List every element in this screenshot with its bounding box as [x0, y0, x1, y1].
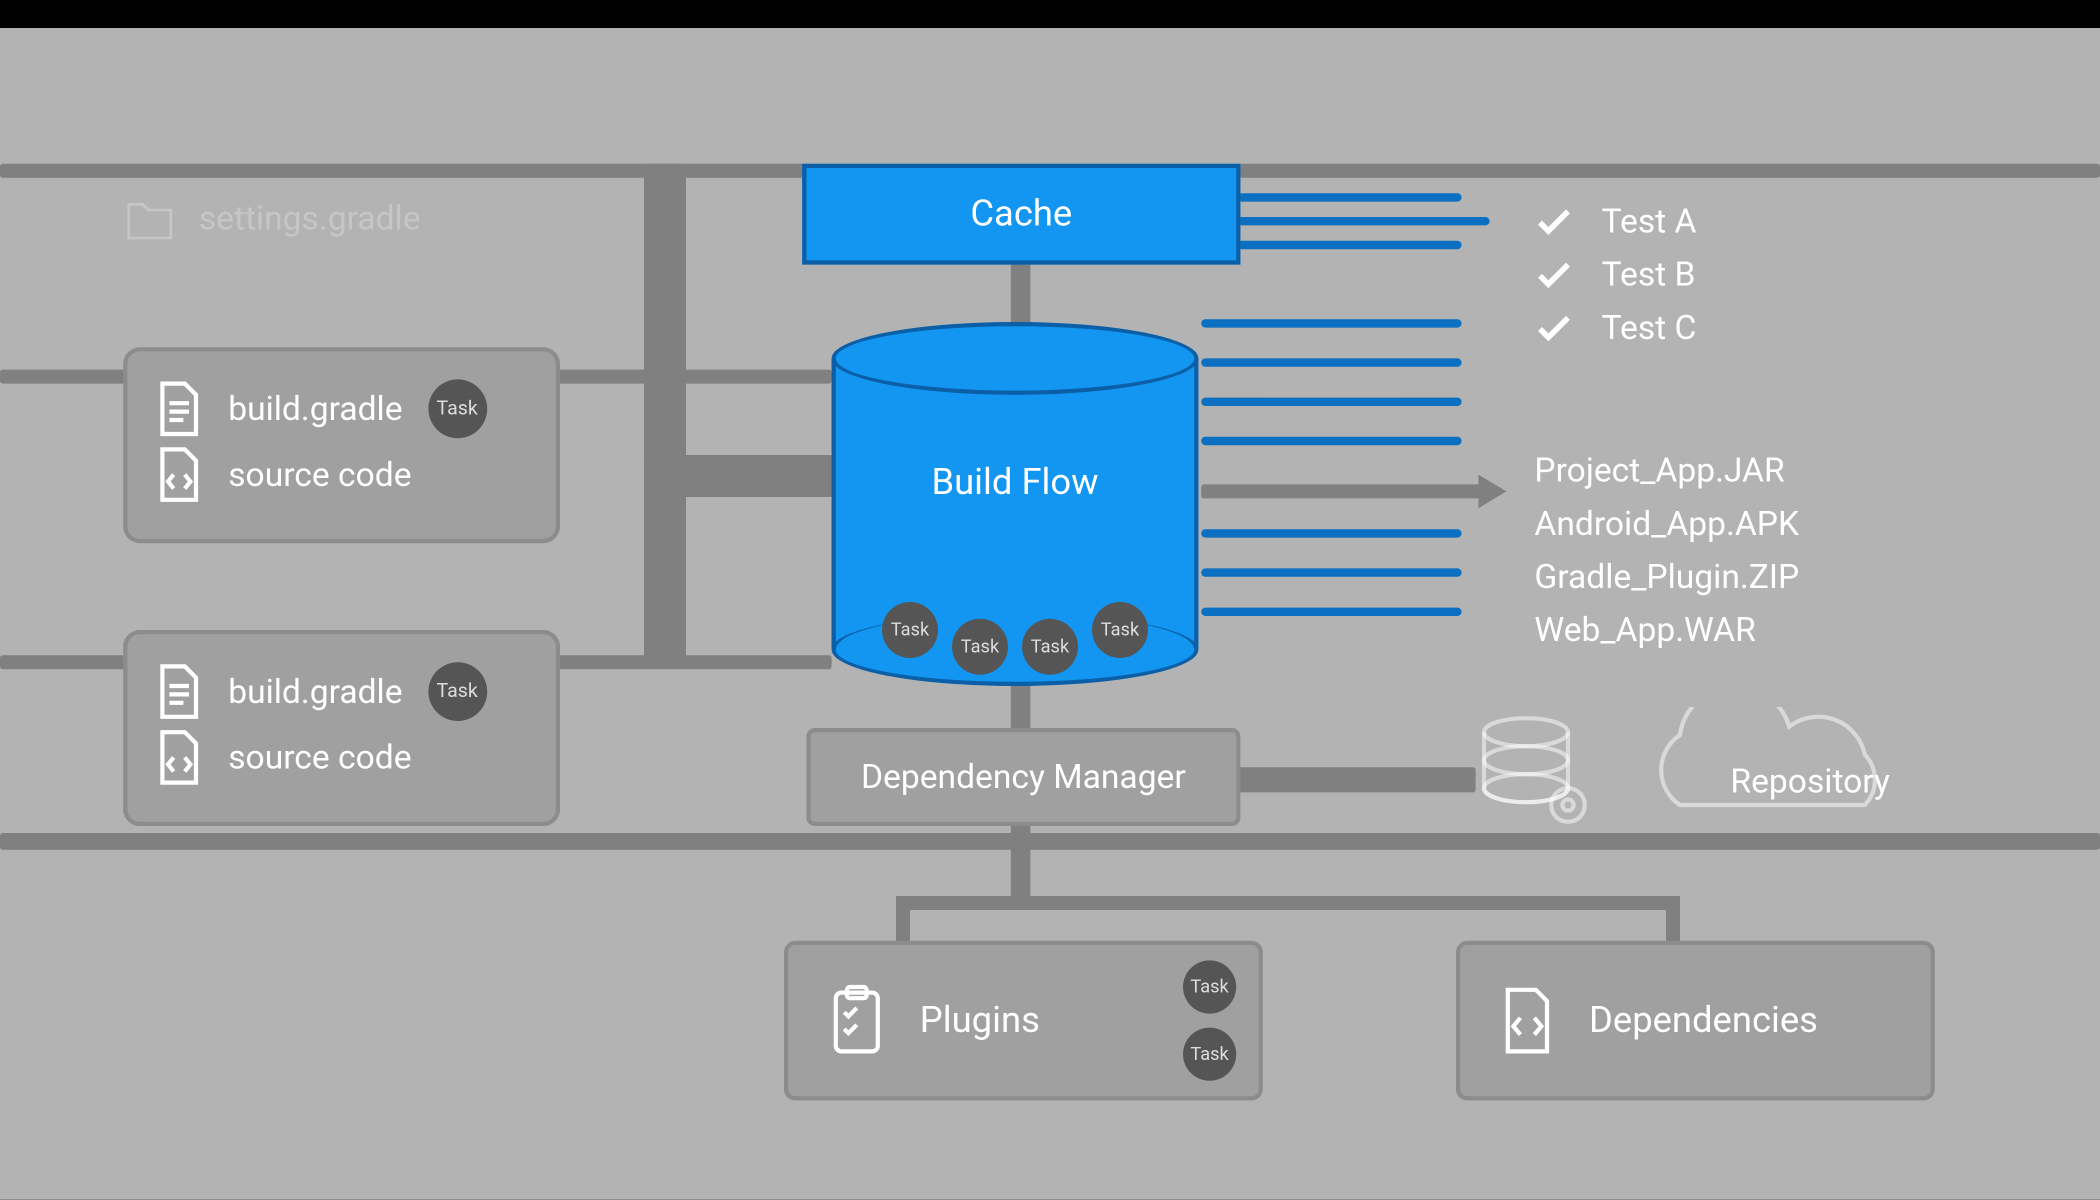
artifacts-output: Project_App.JAR Android_App.APK Gradle_P… [1534, 442, 1799, 658]
source-code-label: source code [228, 455, 411, 494]
build-flow-tasks: Task Task Task Task [832, 602, 1199, 658]
build-file-label: build.gradle [228, 672, 402, 711]
artifact-row: Web_App.WAR [1534, 605, 1799, 655]
build-flow-label: Build Flow [832, 462, 1199, 504]
build-flow-cylinder: Build Flow Task Task Task Task [832, 322, 1199, 650]
test-label: Test B [1602, 249, 1696, 299]
check-icon [1534, 255, 1573, 294]
file-code-icon [1499, 987, 1555, 1054]
settings-file: settings.gradle [126, 176, 588, 260]
output-line [1238, 193, 1462, 201]
artifact-label: Web_App.WAR [1534, 605, 1755, 655]
task-badge: Task [1092, 602, 1148, 658]
project-source-row: source code [155, 447, 527, 503]
artifact-label: Project_App.JAR [1534, 445, 1784, 495]
output-line [1201, 529, 1461, 537]
task-badge: Task [1022, 619, 1078, 675]
output-line [1201, 608, 1461, 616]
repository-area [1470, 707, 1974, 833]
connector-vertical [1011, 823, 1031, 907]
output-line [1201, 358, 1461, 366]
arrow-icon [1478, 475, 1506, 509]
task-badge: Task [952, 619, 1008, 675]
output-line [1201, 398, 1461, 406]
task-badge: Task [1183, 960, 1236, 1013]
repository-label: Repository [1730, 762, 1889, 801]
connector-bar [896, 896, 1680, 910]
connector-bar [1201, 484, 1481, 498]
dependency-manager-box: Dependency Manager [806, 728, 1240, 826]
test-row: Test B [1534, 249, 1696, 299]
connector-bar [1238, 767, 1476, 792]
task-badge: Task [882, 602, 938, 658]
file-text-icon [155, 381, 203, 437]
plugins-card: Plugins Task Task [784, 941, 1263, 1101]
task-badge: Task [1183, 1028, 1236, 1081]
project-build-row: build.gradle Task [155, 662, 527, 721]
output-line [1201, 319, 1461, 327]
project-build-row: build.gradle Task [155, 379, 527, 438]
cache-box: Cache [802, 164, 1240, 265]
dependencies-label: Dependencies [1589, 1000, 1931, 1042]
settings-file-label: settings.gradle [199, 199, 421, 238]
test-label: Test A [1602, 196, 1697, 246]
task-badge: Task [428, 662, 487, 721]
clipboard-check-icon [827, 984, 886, 1057]
build-file-label: build.gradle [228, 389, 402, 428]
artifact-label: Gradle_Plugin.ZIP [1534, 552, 1799, 602]
test-label: Test C [1602, 302, 1697, 352]
tests-output: Test A Test B Test C [1534, 193, 1696, 355]
file-code-icon [155, 447, 203, 503]
connector-vertical [644, 164, 686, 661]
folder-icon [126, 190, 174, 246]
plugins-label: Plugins [920, 1000, 1183, 1042]
connector-bar [644, 455, 834, 497]
project-source-row: source code [155, 729, 527, 785]
dependencies-card: Dependencies [1456, 941, 1935, 1101]
repository-label-wrap: Repository [1730, 762, 1889, 801]
file-text-icon [155, 664, 203, 720]
output-line [1201, 568, 1461, 576]
artifact-row: Android_App.APK [1534, 498, 1799, 548]
project-box: build.gradle Task source code [123, 630, 560, 826]
artifact-row: Gradle_Plugin.ZIP [1534, 552, 1799, 602]
cache-label: Cache [970, 193, 1072, 235]
project-box: build.gradle Task source code [123, 347, 560, 543]
output-line [1238, 241, 1462, 249]
output-line [1238, 217, 1490, 225]
output-line [1201, 437, 1461, 445]
artifact-label: Android_App.APK [1534, 498, 1799, 548]
file-code-icon [155, 729, 203, 785]
dependency-manager-label: Dependency Manager [861, 757, 1186, 796]
test-row: Test A [1534, 196, 1696, 246]
check-icon [1534, 202, 1573, 241]
source-code-label: source code [228, 738, 411, 777]
top-black-bar [0, 0, 2100, 28]
check-icon [1534, 308, 1573, 347]
test-row: Test C [1534, 302, 1696, 352]
artifact-row: Project_App.JAR [1534, 445, 1799, 495]
task-badge: Task [428, 379, 487, 438]
connector-vertical [1011, 260, 1031, 327]
